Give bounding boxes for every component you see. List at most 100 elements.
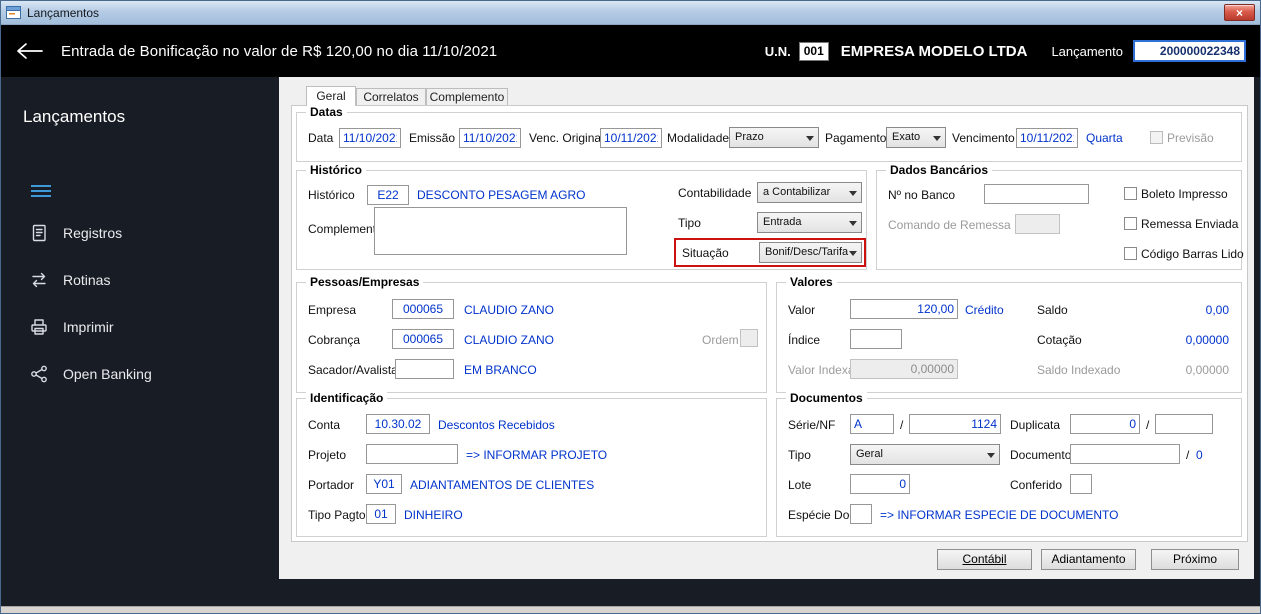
tipo-pagto-label: Tipo Pagto. [308, 508, 369, 522]
sidebar-item-registros[interactable]: Registros [29, 221, 259, 245]
vencimento-label: Vencimento [952, 131, 1015, 145]
conta-description: Descontos Recebidos [438, 418, 555, 432]
especie-doc-label: Espécie Doc. [788, 508, 859, 522]
conta-input[interactable] [366, 414, 430, 434]
data-input[interactable] [339, 128, 401, 148]
banco-input[interactable] [984, 184, 1089, 204]
sidebar-item-label: Registros [63, 225, 123, 241]
chevron-down-icon [849, 221, 857, 230]
back-arrow-icon [17, 43, 43, 59]
valor-input[interactable] [850, 299, 958, 319]
group-title: Dados Bancários [886, 163, 993, 177]
nf-input[interactable] [909, 414, 1001, 434]
registros-icon [32, 224, 46, 242]
tipo-pagto-input[interactable] [366, 504, 396, 524]
identificacao-group: Identificação Conta Descontos Recebidos … [296, 391, 767, 537]
documento-input[interactable] [1070, 444, 1180, 464]
remessa-enviada-checkbox[interactable] [1124, 217, 1137, 230]
cobranca-code-input[interactable] [392, 329, 454, 349]
historico-description: DESCONTO PESAGEM AGRO [417, 188, 586, 202]
sidebar-item-rotinas[interactable]: Rotinas [29, 268, 259, 292]
window-titlebar[interactable]: Lançamentos × [1, 1, 1260, 25]
boleto-impresso-label: Boleto Impresso [1141, 187, 1228, 201]
pagamento-select[interactable]: Exato [886, 127, 946, 148]
sacador-avalista-name: EM BRANCO [464, 363, 537, 377]
tipo-doc-label: Tipo [788, 448, 811, 462]
tab-complemento[interactable]: Complemento [426, 88, 508, 106]
imprimir-icon [31, 319, 47, 335]
sacador-avalista-input[interactable] [395, 359, 454, 379]
sidebar-item-label: Rotinas [63, 272, 111, 288]
serie-slash: / [900, 418, 904, 432]
tipo-doc-select[interactable]: Geral [850, 444, 1000, 465]
contabil-button[interactable]: Contábil [937, 549, 1032, 570]
modalidade-value: Prazo [735, 131, 764, 143]
situacao-select[interactable]: Bonif/Desc/Tarifa [759, 242, 862, 263]
historico-code-input[interactable] [367, 185, 409, 205]
tipo-value: Entrada [763, 216, 802, 228]
tipo-label: Tipo [678, 216, 701, 230]
chevron-down-icon [933, 136, 941, 145]
documento-label: Documento [1010, 448, 1072, 462]
page-title: Entrada de Bonificação no valor de R$ 12… [61, 42, 498, 60]
especie-doc-hint: => INFORMAR ESPECIE DE DOCUMENTO [880, 508, 1119, 522]
bottom-scrollbar[interactable] [1, 606, 1260, 613]
pagamento-label: Pagamento [825, 131, 887, 145]
modalidade-select[interactable]: Prazo [729, 127, 819, 148]
complemento-textarea[interactable] [374, 207, 627, 255]
vencimento-input[interactable] [1016, 128, 1078, 148]
remessa-enviada-label: Remessa Enviada [1141, 217, 1239, 231]
chevron-down-icon [806, 136, 814, 145]
tab-geral[interactable]: Geral [306, 86, 356, 106]
menu-icon[interactable] [31, 185, 51, 197]
duplicata-slash: / [1146, 418, 1150, 432]
chevron-down-icon [849, 191, 857, 200]
sacador-avalista-label: Sacador/Avalista [308, 363, 398, 377]
conferido-input[interactable] [1070, 474, 1092, 494]
close-icon[interactable]: × [1224, 4, 1255, 21]
portador-input[interactable] [366, 474, 402, 494]
emissao-input[interactable] [459, 128, 521, 148]
sidebar-item-open-banking[interactable]: Open Banking [29, 362, 259, 386]
lote-input[interactable] [850, 474, 910, 494]
tab-correlatos[interactable]: Correlatos [356, 88, 426, 106]
adiantamento-button[interactable]: Adiantamento [1041, 549, 1136, 570]
complemento-label: Complemento [308, 222, 383, 236]
empresa-code-input[interactable] [392, 299, 454, 319]
codigo-barras-checkbox[interactable] [1124, 247, 1137, 260]
group-title: Identificação [306, 391, 388, 405]
conferido-label: Conferido [1010, 478, 1063, 492]
historico-group: Histórico Histórico DESCONTO PESAGEM AGR… [296, 163, 867, 270]
proximo-button[interactable]: Próximo [1151, 549, 1239, 570]
app-icon[interactable] [6, 6, 21, 19]
indice-input[interactable] [850, 329, 902, 349]
boleto-impresso-checkbox[interactable] [1124, 187, 1137, 200]
especie-doc-input[interactable] [850, 504, 872, 524]
app-header: Entrada de Bonificação no valor de R$ 12… [1, 25, 1260, 77]
pagamento-value: Exato [892, 131, 921, 143]
group-title: Datas [306, 105, 347, 119]
app-window: Lançamentos × Entrada de Bonificação no … [0, 0, 1261, 614]
valor-label: Valor [788, 303, 816, 317]
duplicata2-input[interactable] [1155, 414, 1213, 434]
tipo-select[interactable]: Entrada [757, 212, 862, 233]
projeto-input[interactable] [366, 444, 458, 464]
duplicata-input[interactable] [1070, 414, 1140, 434]
emissao-label: Emissão [409, 131, 456, 145]
proximo-button-label: Próximo [1172, 552, 1217, 566]
adiantamento-button-label: Adiantamento [1051, 552, 1126, 566]
historico-label: Histórico [308, 188, 355, 202]
lancamento-number-input[interactable] [1133, 40, 1246, 62]
venc-original-input[interactable] [600, 128, 662, 148]
cobranca-label: Cobrança [308, 333, 361, 347]
sidebar-item-label: Open Banking [63, 366, 152, 382]
contabilidade-select[interactable]: a Contabilizar [757, 182, 862, 203]
back-button[interactable] [15, 41, 43, 61]
serie-input[interactable] [850, 414, 894, 434]
open-banking-icon [31, 365, 47, 383]
projeto-label: Projeto [308, 448, 347, 462]
previsao-checkbox[interactable] [1150, 131, 1163, 144]
sidebar-item-imprimir[interactable]: Imprimir [29, 315, 259, 339]
un-input[interactable] [798, 41, 829, 61]
contabilidade-label: Contabilidade [678, 186, 752, 200]
